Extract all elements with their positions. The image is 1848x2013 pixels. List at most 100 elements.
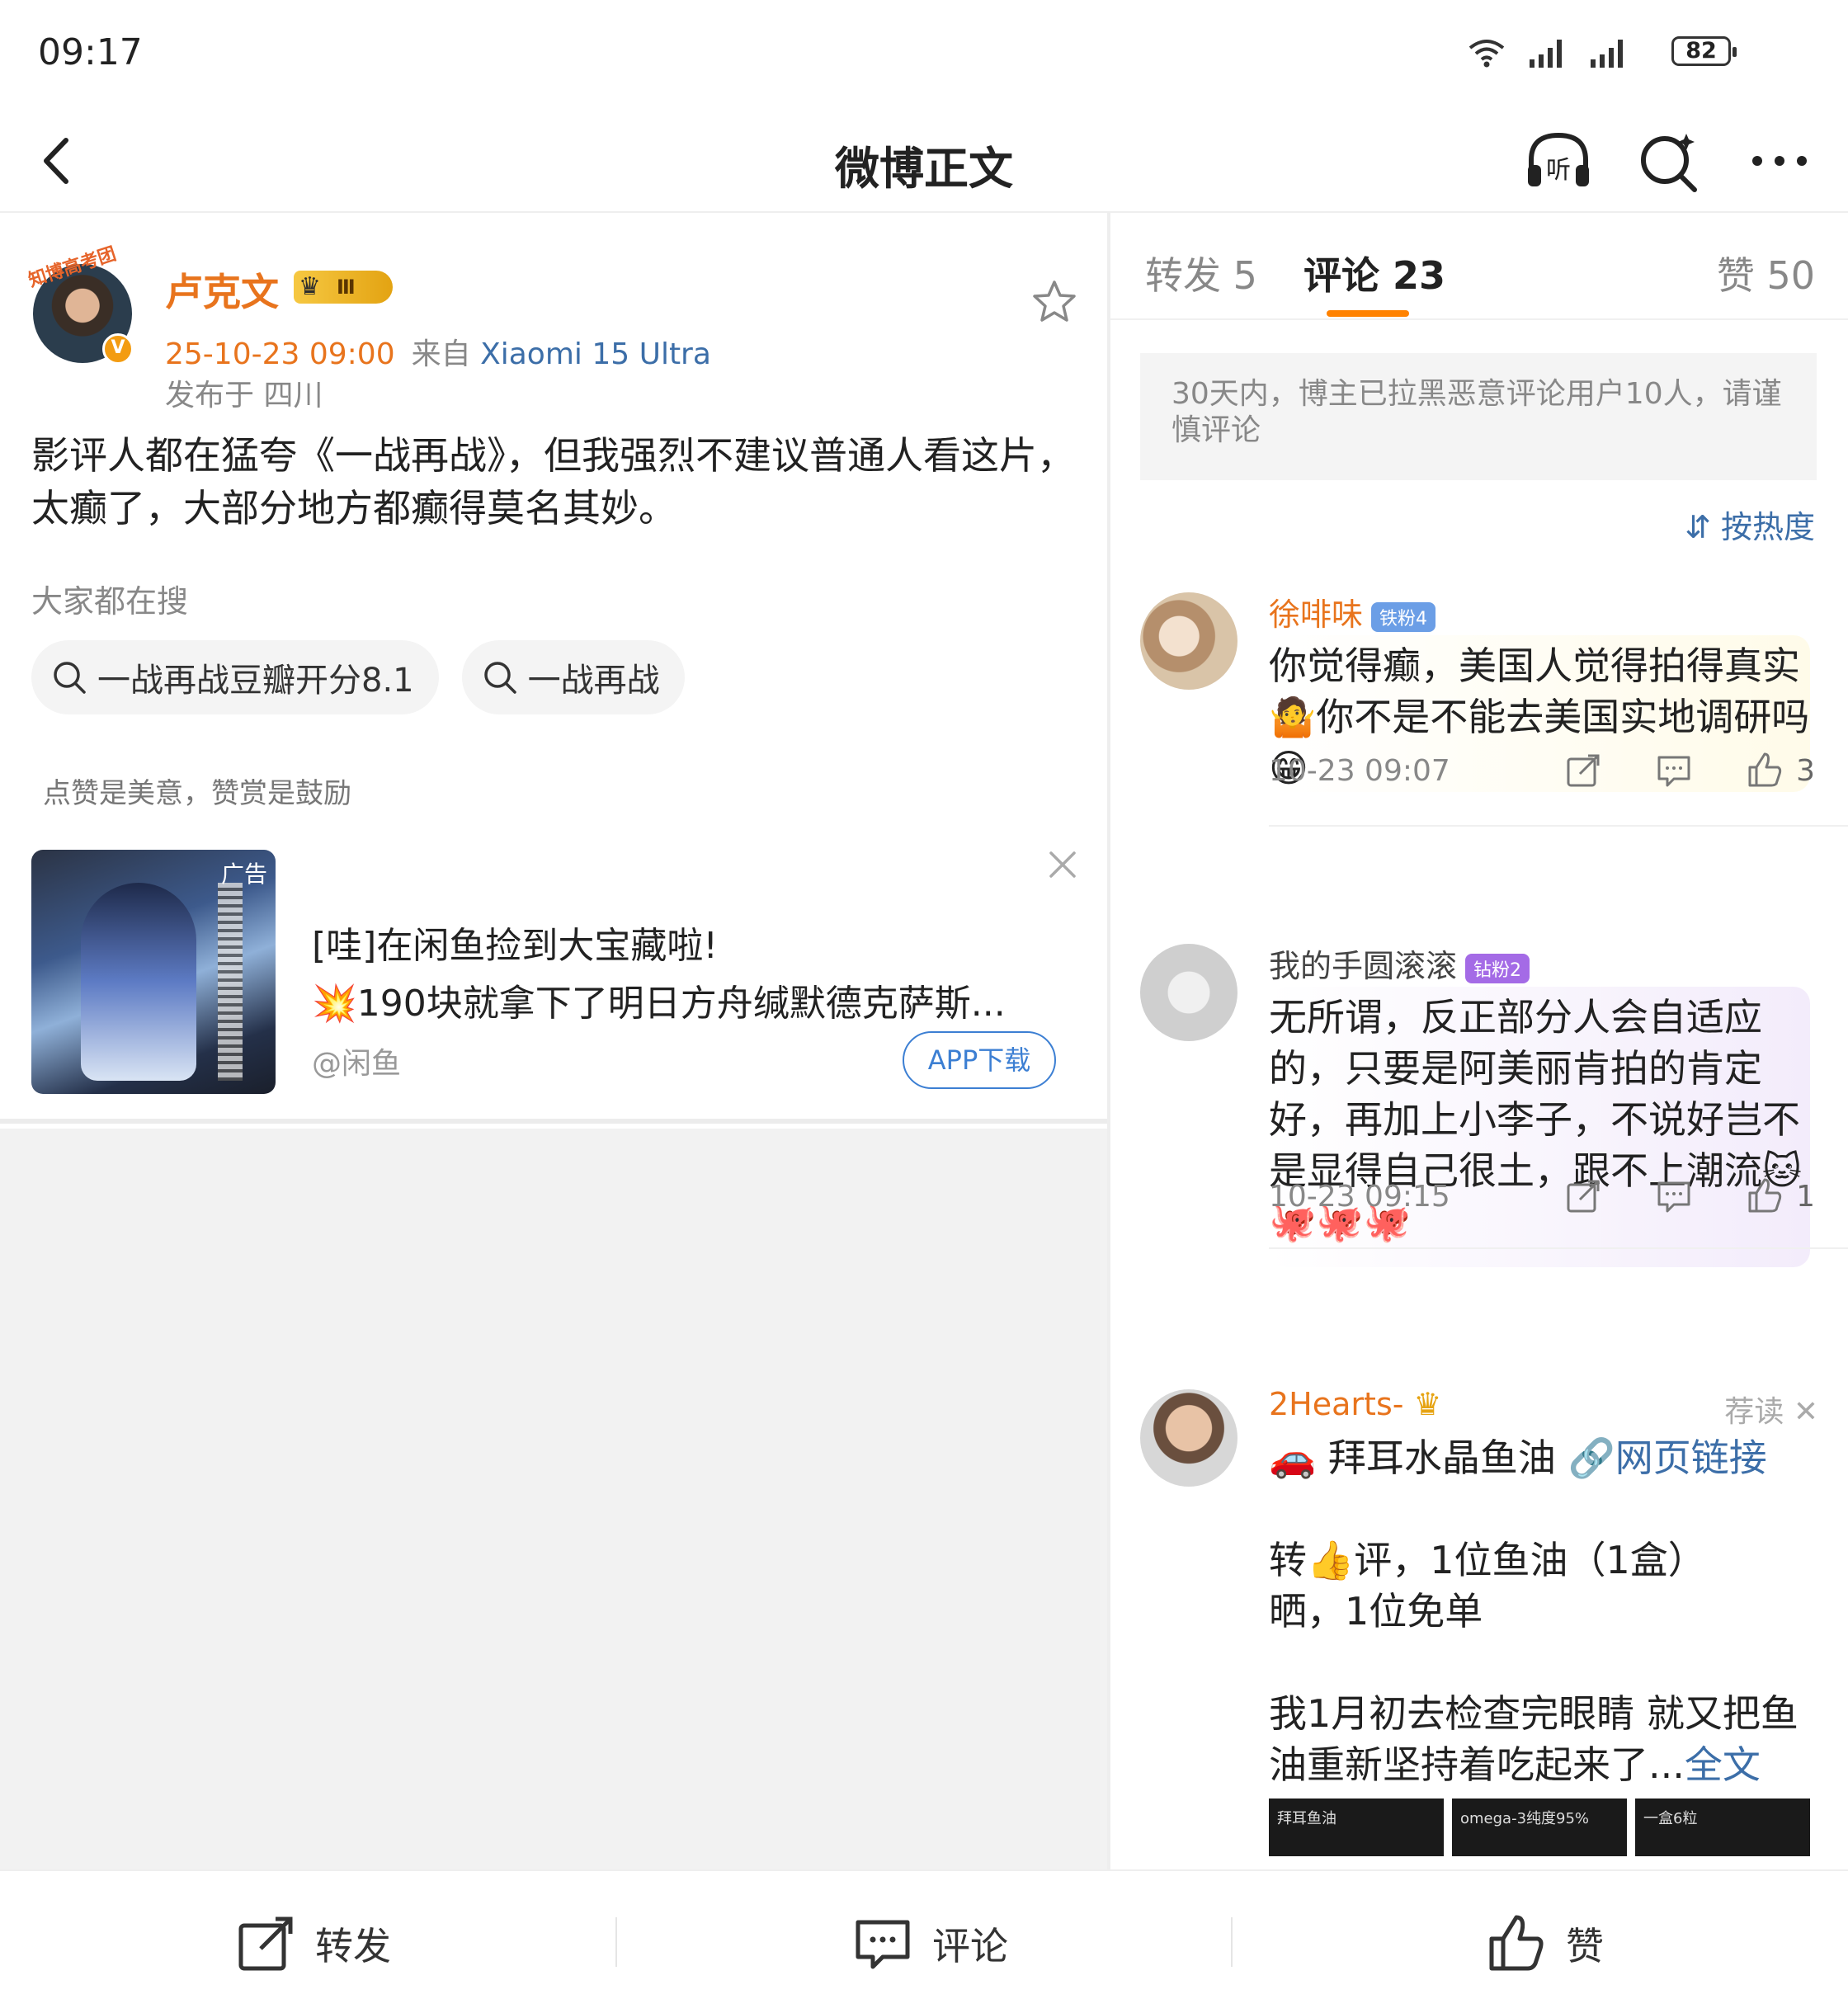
ad-image[interactable]: 广告 [31, 850, 276, 1094]
search-chip-label: 一战再战 [527, 662, 660, 700]
repost-icon [238, 1916, 293, 1971]
ad-title[interactable]: [哇]在闲鱼捡到大宝藏啦! [312, 916, 718, 969]
search-chip-label: 一战再战豆瓣开分8.1 [97, 662, 414, 700]
fan-badge: 钻粉2 [1465, 953, 1530, 983]
thumbs-up-icon [1748, 1178, 1782, 1213]
close-icon[interactable] [1046, 848, 1079, 881]
ad-source: @闲鱼 [312, 1047, 402, 1081]
tab-comment[interactable]: 评论 23 [1304, 246, 1445, 300]
comment-line: 晒，1位免单 [1269, 1589, 1483, 1634]
listen-icon[interactable]: 听 [1523, 125, 1594, 196]
post-text: 影评人都在猛夸《一战再战》，但我强烈不建议普通人看这片，太癫了，大部分地方都癫得… [31, 433, 1075, 530]
promoted-label: 荐读 [1724, 1395, 1784, 1429]
favorite-star-icon[interactable] [1030, 277, 1079, 327]
post-meta: 25-10-23 09:00 来自 Xiaomi 15 Ultra [165, 330, 711, 373]
like-button[interactable]: 3 [1745, 751, 1815, 790]
comment-text: 🚗 拜耳水晶鱼油 🔗网页链接 转👍评，1位鱼油（1盒） 晒，1位免单 我1月初去… [1269, 1427, 1810, 1795]
avatar[interactable] [1140, 944, 1238, 1041]
comment-author-name: 徐啡味 [1269, 596, 1364, 633]
thumbs-up-icon [1489, 1915, 1544, 1971]
repost-icon[interactable] [1563, 751, 1603, 790]
status-bar: 09:17 82 [0, 0, 1848, 107]
empty-area [0, 1129, 1107, 1869]
nav-actions: 听 [1523, 125, 1815, 196]
sort-button[interactable]: ⇵ 按热度 [1685, 502, 1815, 547]
comment-divider [1269, 825, 1848, 827]
signal-icon [1530, 40, 1562, 68]
comment-notice: 30天内，博主已拉黑恶意评论用户10人，请谨慎评论 [1140, 353, 1817, 480]
comment-icon[interactable] [1654, 751, 1694, 790]
comment-images: 拜耳鱼油 omega-3纯度95% 一盒6粒 [1269, 1798, 1810, 1856]
fan-badge: 铁粉4 [1371, 601, 1436, 632]
comment-author[interactable]: 徐啡味 铁粉4 [1269, 589, 1436, 634]
comment-author-name: 2Hearts- [1269, 1386, 1404, 1422]
comment-icon[interactable] [1654, 1176, 1694, 1216]
sort-label: 按热度 [1720, 509, 1815, 545]
app-download-button[interactable]: APP下载 [903, 1031, 1056, 1089]
comment-author[interactable]: 我的手圆滚滚 钻粉2 [1269, 940, 1530, 986]
search-chip[interactable]: 一战再战 [461, 640, 685, 714]
search-label: 大家都在搜 [31, 583, 189, 620]
comment-image[interactable]: 一盒6粒 [1635, 1798, 1810, 1856]
verified-icon: V [102, 333, 134, 365]
comment-line: 转👍评，1位鱼油（1盒） [1269, 1538, 1706, 1582]
read-more-link[interactable]: 全文 [1685, 1742, 1761, 1787]
comment-icon [856, 1920, 910, 1969]
comment-time: 10-23 09:07 [1269, 754, 1450, 788]
comment-line-text: 拜耳水晶鱼油 [1327, 1436, 1556, 1480]
search-icon[interactable] [1634, 125, 1704, 196]
bottom-divider [1231, 1917, 1233, 1967]
tab-like[interactable]: 赞 50 [1717, 246, 1815, 300]
tab-repost[interactable]: 转发 5 [1145, 246, 1257, 300]
comments-panel: 转发 5 评论 23 赞 50 30天内，博主已拉黑恶意评论用户10人，请谨慎评… [1110, 213, 1848, 1869]
signal-icon-2 [1591, 40, 1623, 68]
car-emoji-icon: 🚗 [1269, 1436, 1317, 1480]
post-device[interactable]: Xiaomi 15 Ultra [480, 337, 711, 371]
bottom-action-bar: 转发 评论 赞 [0, 1869, 1848, 2013]
avatar[interactable] [1140, 1389, 1238, 1487]
crown-icon: ♛ [1403, 1386, 1442, 1422]
search-chip[interactable]: 一战再战豆瓣开分8.1 [31, 640, 439, 714]
comment-image[interactable]: 拜耳鱼油 [1269, 1798, 1444, 1856]
web-link[interactable]: 🔗网页链接 [1568, 1436, 1767, 1480]
comment-author[interactable]: 2Hearts- ♛ [1269, 1386, 1442, 1422]
post-source-prefix: 来自 [411, 337, 471, 371]
interaction-tabs: 转发 5 评论 23 赞 50 [1110, 213, 1848, 320]
bottom-divider [615, 1917, 617, 1967]
author-name[interactable]: 卢克文 [165, 262, 279, 317]
svg-text:听: 听 [1546, 156, 1571, 185]
repost-button[interactable]: 转发 [234, 1912, 391, 1975]
reward-hint: 点赞是美意，赞赏是鼓励 [43, 777, 351, 810]
comment-button[interactable]: 评论 [851, 1912, 1008, 1975]
like-button[interactable]: 1 [1745, 1176, 1815, 1216]
comment-label: 评论 [932, 1924, 1008, 1968]
more-icon[interactable] [1744, 125, 1815, 196]
post-date: 25-10-23 09:00 [165, 337, 395, 371]
repost-icon[interactable] [1563, 1176, 1603, 1216]
vip-badge[interactable]: ♛ Ⅲ [294, 271, 393, 304]
comment-line: 我1月初去检查完眼睛 就又把鱼油重新坚持着吃起来了...全文 [1269, 1688, 1810, 1790]
tab-indicator [1327, 310, 1409, 317]
comment-actions: 1 [1563, 1176, 1815, 1216]
comment-time: 10-23 09:15 [1269, 1180, 1450, 1214]
ad-stripe [218, 883, 243, 1081]
promoted-tag[interactable]: 荐读 ✕ [1724, 1388, 1818, 1431]
battery-indicator: 82 [1671, 36, 1737, 66]
ad-card[interactable]: 广告 [哇]在闲鱼捡到大宝藏啦! 💥190块就拿下了明日方舟缄默德克萨斯... … [0, 820, 1107, 1124]
wifi-icon [1468, 40, 1505, 68]
thumbs-up-icon [1748, 752, 1782, 787]
author-avatar[interactable]: 知博高考团 V [26, 243, 142, 370]
status-time: 09:17 [38, 31, 143, 73]
repost-label: 转发 [315, 1924, 391, 1968]
like-count: 1 [1796, 1179, 1815, 1214]
comment-author-name: 我的手圆滚滚 [1269, 948, 1458, 984]
comment-divider [1269, 1247, 1848, 1249]
like-count: 3 [1796, 753, 1815, 788]
avatar[interactable] [1140, 592, 1238, 690]
ad-tag: 广告 [220, 860, 267, 888]
comment-image[interactable]: omega-3纯度95% [1452, 1798, 1627, 1856]
search-icon [483, 662, 516, 694]
ad-description[interactable]: 💥190块就拿下了明日方舟缄默德克萨斯... [312, 974, 1054, 1026]
like-button[interactable]: 赞 [1485, 1912, 1604, 1975]
comment-actions: 3 [1563, 751, 1815, 790]
